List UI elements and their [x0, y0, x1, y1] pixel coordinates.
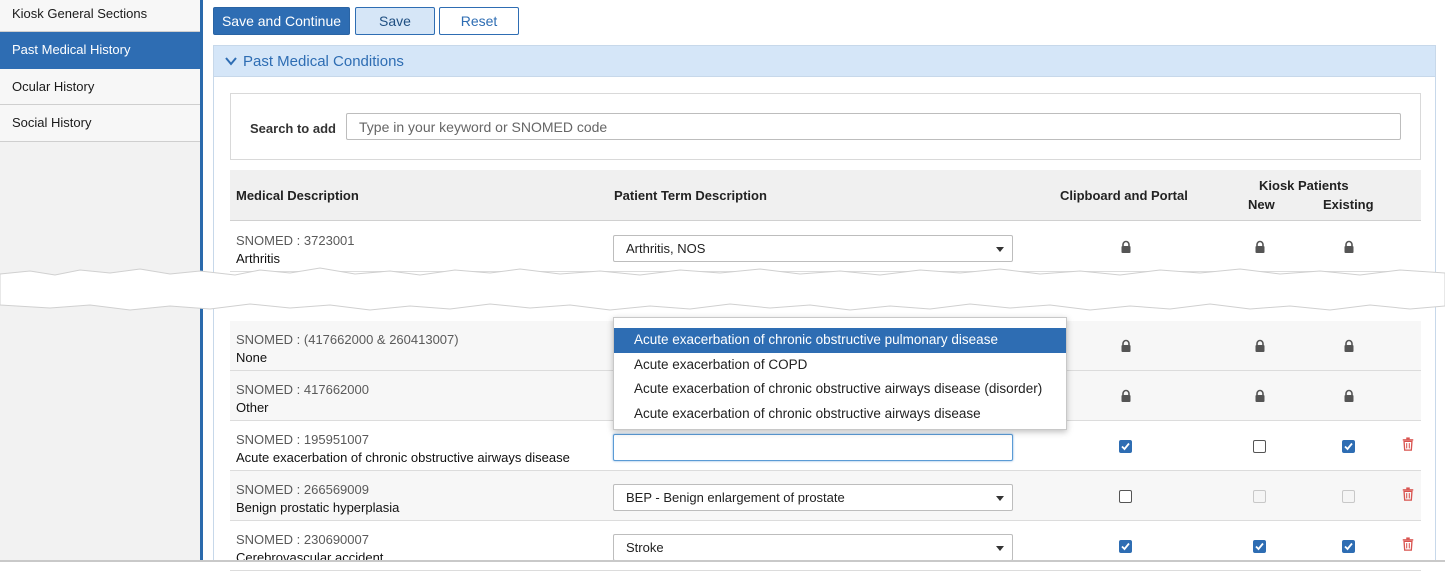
kiosk-existing-checkbox: [1342, 490, 1355, 503]
header-kiosk-patients: Kiosk Patients: [1259, 178, 1349, 193]
patient-term-dropdown: Acute exacerbation of chronic obstructiv…: [613, 317, 1067, 430]
snomed-code: SNOMED : 195951007: [236, 432, 369, 447]
check-icon: [1344, 442, 1353, 451]
lock-icon: [1121, 240, 1131, 253]
dropdown-option[interactable]: Acute exacerbation of chronic obstructiv…: [614, 402, 1066, 427]
panel-header[interactable]: Past Medical Conditions: [214, 46, 1435, 77]
medical-description: Cerebrovascular accident: [236, 550, 384, 565]
lock-icon: [1344, 389, 1354, 402]
patient-term-select[interactable]: Stroke: [613, 534, 1013, 561]
search-input[interactable]: [346, 113, 1401, 140]
snomed-code: SNOMED : 3723001: [236, 233, 355, 248]
trash-icon[interactable]: [1401, 437, 1415, 451]
check-icon: [1121, 442, 1130, 451]
caret-down-icon: [996, 247, 1004, 252]
check-icon: [1255, 542, 1264, 551]
kiosk-new-checkbox: [1253, 490, 1266, 503]
clipboard-portal-checkbox[interactable]: [1119, 540, 1132, 553]
search-label: Search to add: [250, 121, 336, 136]
header-kiosk-new: New: [1248, 197, 1275, 212]
save-and-continue-button[interactable]: Save and Continue: [213, 7, 350, 35]
sidebar-item-ocular-history[interactable]: Ocular History: [0, 68, 200, 105]
lock-icon: [1344, 240, 1354, 253]
clipboard-portal-checkbox[interactable]: [1119, 490, 1132, 503]
lock-icon: [1121, 339, 1131, 352]
lock-icon: [1255, 240, 1265, 253]
lock-icon: [1344, 339, 1354, 352]
patient-term-value: BEP - Benign enlargement of prostate: [626, 490, 845, 505]
medical-description: Benign prostatic hyperplasia: [236, 500, 400, 515]
caret-down-icon: [996, 496, 1004, 501]
lock-icon: [1121, 389, 1131, 402]
trash-icon[interactable]: [1401, 537, 1415, 551]
patient-term-value: Arthritis, NOS: [626, 241, 706, 256]
snomed-code: SNOMED : 417662000: [236, 382, 369, 397]
header-patient-term-description: Patient Term Description: [614, 188, 767, 203]
medical-description: None: [236, 350, 268, 365]
trash-icon[interactable]: [1401, 487, 1415, 501]
torn-edge-divider: [0, 267, 1445, 311]
save-button[interactable]: Save: [355, 7, 435, 35]
kiosk-new-checkbox[interactable]: [1253, 440, 1266, 453]
table-header: Medical Description Patient Term Descrip…: [230, 170, 1421, 221]
kiosk-existing-checkbox[interactable]: [1342, 540, 1355, 553]
medical-description: Other: [236, 400, 269, 415]
lock-icon: [1255, 339, 1265, 352]
search-section: Search to add: [230, 93, 1421, 160]
table-row: SNOMED : 266569009 Benign prostatic hype…: [230, 471, 1421, 521]
lock-icon: [1255, 389, 1265, 402]
medical-description: Acute exacerbation of chronic obstructiv…: [236, 450, 570, 465]
sidebar-item-past-medical-history[interactable]: Past Medical History: [0, 32, 200, 69]
dropdown-option[interactable]: Acute exacerbation of chronic obstructiv…: [614, 377, 1066, 402]
clipboard-portal-checkbox[interactable]: [1119, 440, 1132, 453]
snomed-code: SNOMED : 266569009: [236, 482, 369, 497]
patient-term-select[interactable]: BEP - Benign enlargement of prostate: [613, 484, 1013, 511]
panel-title: Past Medical Conditions: [243, 53, 404, 70]
check-icon: [1121, 542, 1130, 551]
snomed-code: SNOMED : 230690007: [236, 532, 369, 547]
header-kiosk-existing: Existing: [1323, 197, 1374, 212]
patient-term-input[interactable]: [613, 434, 1013, 461]
header-medical-description: Medical Description: [236, 188, 359, 203]
table-row: SNOMED : 230690007 Cerebrovascular accid…: [230, 521, 1421, 571]
kiosk-existing-checkbox[interactable]: [1342, 440, 1355, 453]
patient-term-value: Stroke: [626, 540, 664, 555]
patient-term-select[interactable]: Arthritis, NOS: [613, 235, 1013, 262]
sidebar-item-social-history[interactable]: Social History: [0, 105, 200, 142]
check-icon: [1344, 542, 1353, 551]
snomed-code: SNOMED : (417662000 & 260413007): [236, 332, 459, 347]
kiosk-new-checkbox[interactable]: [1253, 540, 1266, 553]
dropdown-option[interactable]: Acute exacerbation of chronic obstructiv…: [614, 328, 1066, 353]
sidebar-item-kiosk-general-sections[interactable]: Kiosk General Sections: [0, 0, 200, 32]
chevron-down-icon[interactable]: [224, 54, 238, 68]
dropdown-option[interactable]: Acute exacerbation of COPD: [614, 353, 1066, 378]
caret-down-icon: [996, 546, 1004, 551]
header-clipboard-and-portal: Clipboard and Portal: [1060, 188, 1188, 203]
reset-button[interactable]: Reset: [439, 7, 519, 35]
